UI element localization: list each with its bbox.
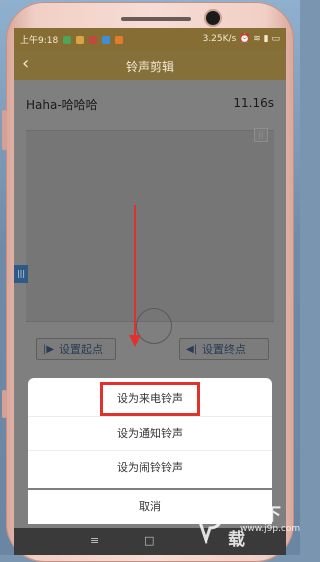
volume-button: [2, 110, 7, 150]
set-alarm-ringtone-option[interactable]: 设为闹铃铃声: [28, 450, 272, 484]
side-button: [2, 390, 7, 418]
set-end-icon: ◀|: [186, 344, 198, 355]
title-bar: ‹ 铃声剪辑: [14, 50, 286, 80]
alarm-icon: ⏰: [239, 34, 251, 44]
menu-icon[interactable]: ≡: [90, 534, 99, 547]
start-handle-icon[interactable]: |||: [14, 265, 28, 283]
watermark-logo-icon: [196, 500, 224, 544]
track-name: Haha-哈哈哈: [26, 98, 98, 112]
set-end-button[interactable]: ◀| 设置终点: [179, 338, 269, 360]
set-start-button[interactable]: |▶ 设置起点: [36, 338, 116, 360]
track-duration: 11.16s: [233, 96, 274, 110]
status-time: 上午9:18: [20, 35, 59, 46]
network-speed: 3.25K/s: [202, 34, 237, 44]
app-icon: [75, 36, 84, 44]
set-start-icon: |▶: [43, 344, 55, 355]
front-camera-icon: [206, 11, 220, 25]
battery-icon: ▭: [271, 34, 280, 44]
set-start-label: 设置起点: [59, 343, 103, 356]
set-call-ringtone-option[interactable]: 设为来电铃声: [28, 382, 272, 416]
annotation-arrow: [134, 205, 136, 337]
set-end-label: 设置终点: [202, 343, 246, 356]
watermark: 精品下载 www.j9p.com: [188, 498, 300, 550]
set-notification-ringtone-option[interactable]: 设为通知铃声: [28, 416, 272, 450]
touch-indicator: [136, 308, 172, 344]
earpiece: [121, 17, 191, 21]
app-icon: [88, 36, 97, 44]
signal-icon: ▮: [263, 34, 269, 44]
annotation-arrowhead: [129, 335, 141, 347]
phone-screen: 上午9:18 3.25K/s ⏰ ≋ ▮ ▭ ‹ 铃声剪辑 Haha-哈哈哈 1…: [14, 28, 286, 555]
end-handle-icon[interactable]: ||: [254, 128, 268, 142]
app-icon: [114, 36, 123, 44]
watermark-url: www.j9p.com: [240, 524, 301, 534]
home-icon[interactable]: □: [144, 534, 154, 547]
app-icon: [101, 36, 110, 44]
ringtone-options-sheet: 设为来电铃声 设为通知铃声 设为闹铃铃声: [28, 378, 272, 488]
waveform-area[interactable]: [26, 130, 274, 322]
status-bar: 上午9:18 3.25K/s ⏰ ≋ ▮ ▭: [14, 28, 286, 50]
wifi-icon: ≋: [253, 34, 261, 44]
page-title: 铃声剪辑: [125, 60, 174, 74]
wechat-icon: [63, 36, 72, 44]
